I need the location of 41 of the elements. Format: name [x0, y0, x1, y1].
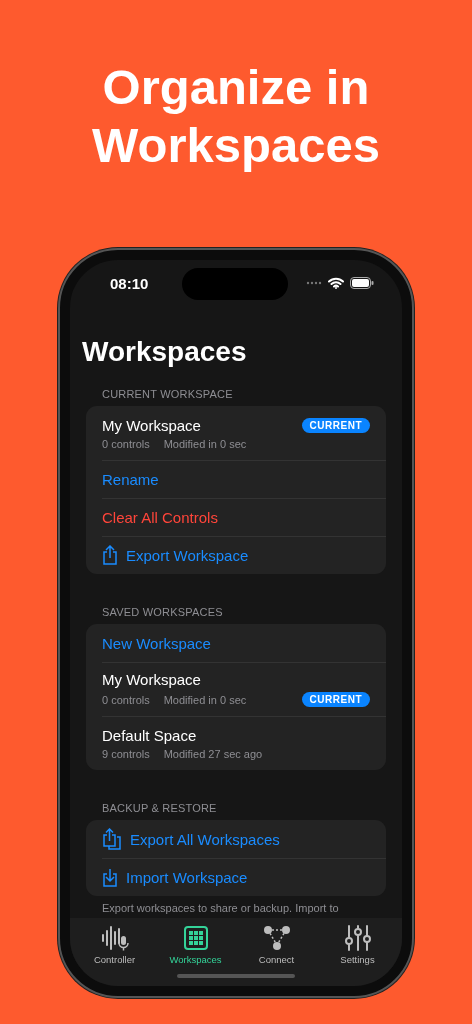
- share-icon: [102, 828, 122, 850]
- import-icon: [102, 867, 118, 887]
- modified-time: Modified 27 sec ago: [163, 747, 263, 760]
- signal-dots-icon: [306, 281, 322, 285]
- workspace-row[interactable]: My Workspace CURRENT 0 controls Modified in 0 sec: [86, 406, 386, 460]
- modified-time: Modified in 0 sec: [163, 437, 247, 450]
- action-row[interactable]: Clear All Controls: [86, 498, 386, 536]
- workspace-name: Default Space: [102, 726, 198, 744]
- section-header: BACKUP & RESTORE: [101, 801, 218, 816]
- control-count: 9 controls: [102, 747, 150, 760]
- modified-time: Modified in 0 sec: [163, 693, 247, 706]
- headline: Organize in Workspaces: [91, 59, 381, 174]
- connected-nodes-icon: [262, 924, 291, 952]
- workspace-row[interactable]: My Workspace 0 controls Modified in 0 sec CURRENT: [86, 662, 386, 716]
- tab-item[interactable]: Connect: [237, 924, 316, 965]
- tab-item[interactable]: Controller: [75, 924, 154, 965]
- wifi-icon: [328, 277, 344, 289]
- workspace-row[interactable]: Default Space 9 controls Modified 27 sec ago: [86, 716, 386, 770]
- workspace-name: My Workspace: [102, 416, 202, 434]
- grid-icon: [181, 924, 210, 952]
- section-header: SAVED WORKSPACES: [101, 605, 224, 620]
- tab-item[interactable]: Settings: [318, 924, 397, 965]
- action-row[interactable]: Import Workspace: [86, 858, 386, 896]
- action-row[interactable]: New Workspace: [86, 624, 386, 662]
- current-badge: CURRENT: [301, 692, 370, 707]
- page-title: Workspaces: [82, 336, 248, 369]
- share-icon: [102, 545, 118, 565]
- sliders-icon: [343, 924, 372, 952]
- tab-item[interactable]: Workspaces: [156, 924, 235, 965]
- action-row[interactable]: Export Workspace: [86, 536, 386, 574]
- action-row[interactable]: Export All Workspaces: [86, 820, 386, 858]
- control-count: 0 controls: [102, 693, 150, 706]
- control-count: 0 controls: [102, 437, 150, 450]
- waveform-microphone-icon: [100, 924, 129, 952]
- section-footer: Export workspaces to share or backup. Import to: [86, 896, 386, 915]
- section-header: CURRENT WORKSPACE: [101, 387, 234, 402]
- workspace-name: My Workspace: [102, 671, 202, 688]
- current-badge: CURRENT: [301, 417, 370, 433]
- action-row[interactable]: Rename: [86, 460, 386, 498]
- status-time: 08:10: [110, 274, 150, 292]
- battery-icon: [350, 277, 374, 289]
